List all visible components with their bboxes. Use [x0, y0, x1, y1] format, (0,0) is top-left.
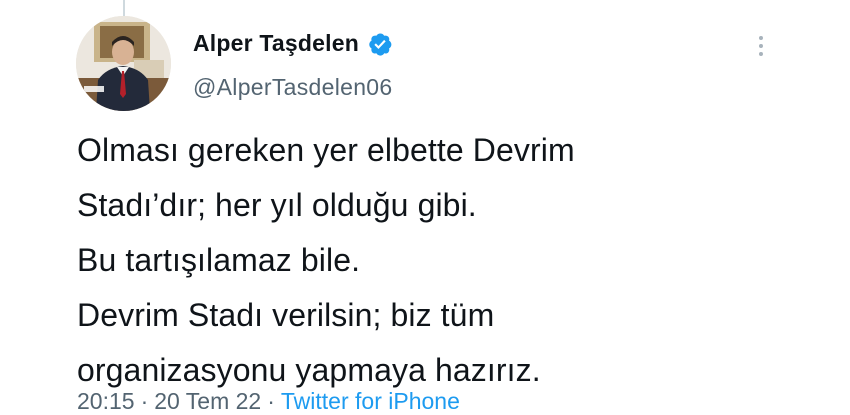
- author-name-row: Alper Taşdelen: [193, 30, 393, 57]
- tweet-text-line: Bu tartışılamaz bile.: [77, 242, 361, 278]
- thread-connector-line: [123, 0, 125, 16]
- meta-separator: ·: [267, 388, 275, 414]
- meta-separator: ·: [140, 388, 149, 414]
- tweet-time[interactable]: 20:15: [77, 388, 135, 414]
- verified-badge-icon: [367, 31, 393, 57]
- tweet-text-line: Devrim Stadı verilsin; biz tüm: [77, 297, 495, 333]
- avatar-image: [76, 16, 171, 111]
- tweet-card: Alper Taşdelen @AlperTasdelen06 Olması g…: [0, 0, 850, 414]
- more-vertical-icon[interactable]: [752, 30, 770, 62]
- tweet-text-line: Olması gereken yer elbette Devrim: [77, 132, 575, 168]
- tweet-text-line: Stadı’dır; her yıl olduğu gibi.: [77, 187, 477, 223]
- tweet-date[interactable]: 20 Tem 22: [154, 388, 261, 414]
- tweet-text: Olması gereken yer elbette Devrim Stadı’…: [77, 123, 817, 398]
- more-dot: [759, 52, 763, 56]
- more-dot: [759, 36, 763, 40]
- profile-photo-icon[interactable]: [76, 16, 171, 111]
- more-dot: [759, 44, 763, 48]
- author-handle[interactable]: @AlperTasdelen06: [193, 74, 393, 101]
- tweet-meta: 20:15 · 20 Tem 22 · Twitter for iPhone: [77, 388, 460, 415]
- tweet-source-link[interactable]: Twitter for iPhone: [281, 388, 460, 414]
- author-display-name[interactable]: Alper Taşdelen: [193, 30, 359, 57]
